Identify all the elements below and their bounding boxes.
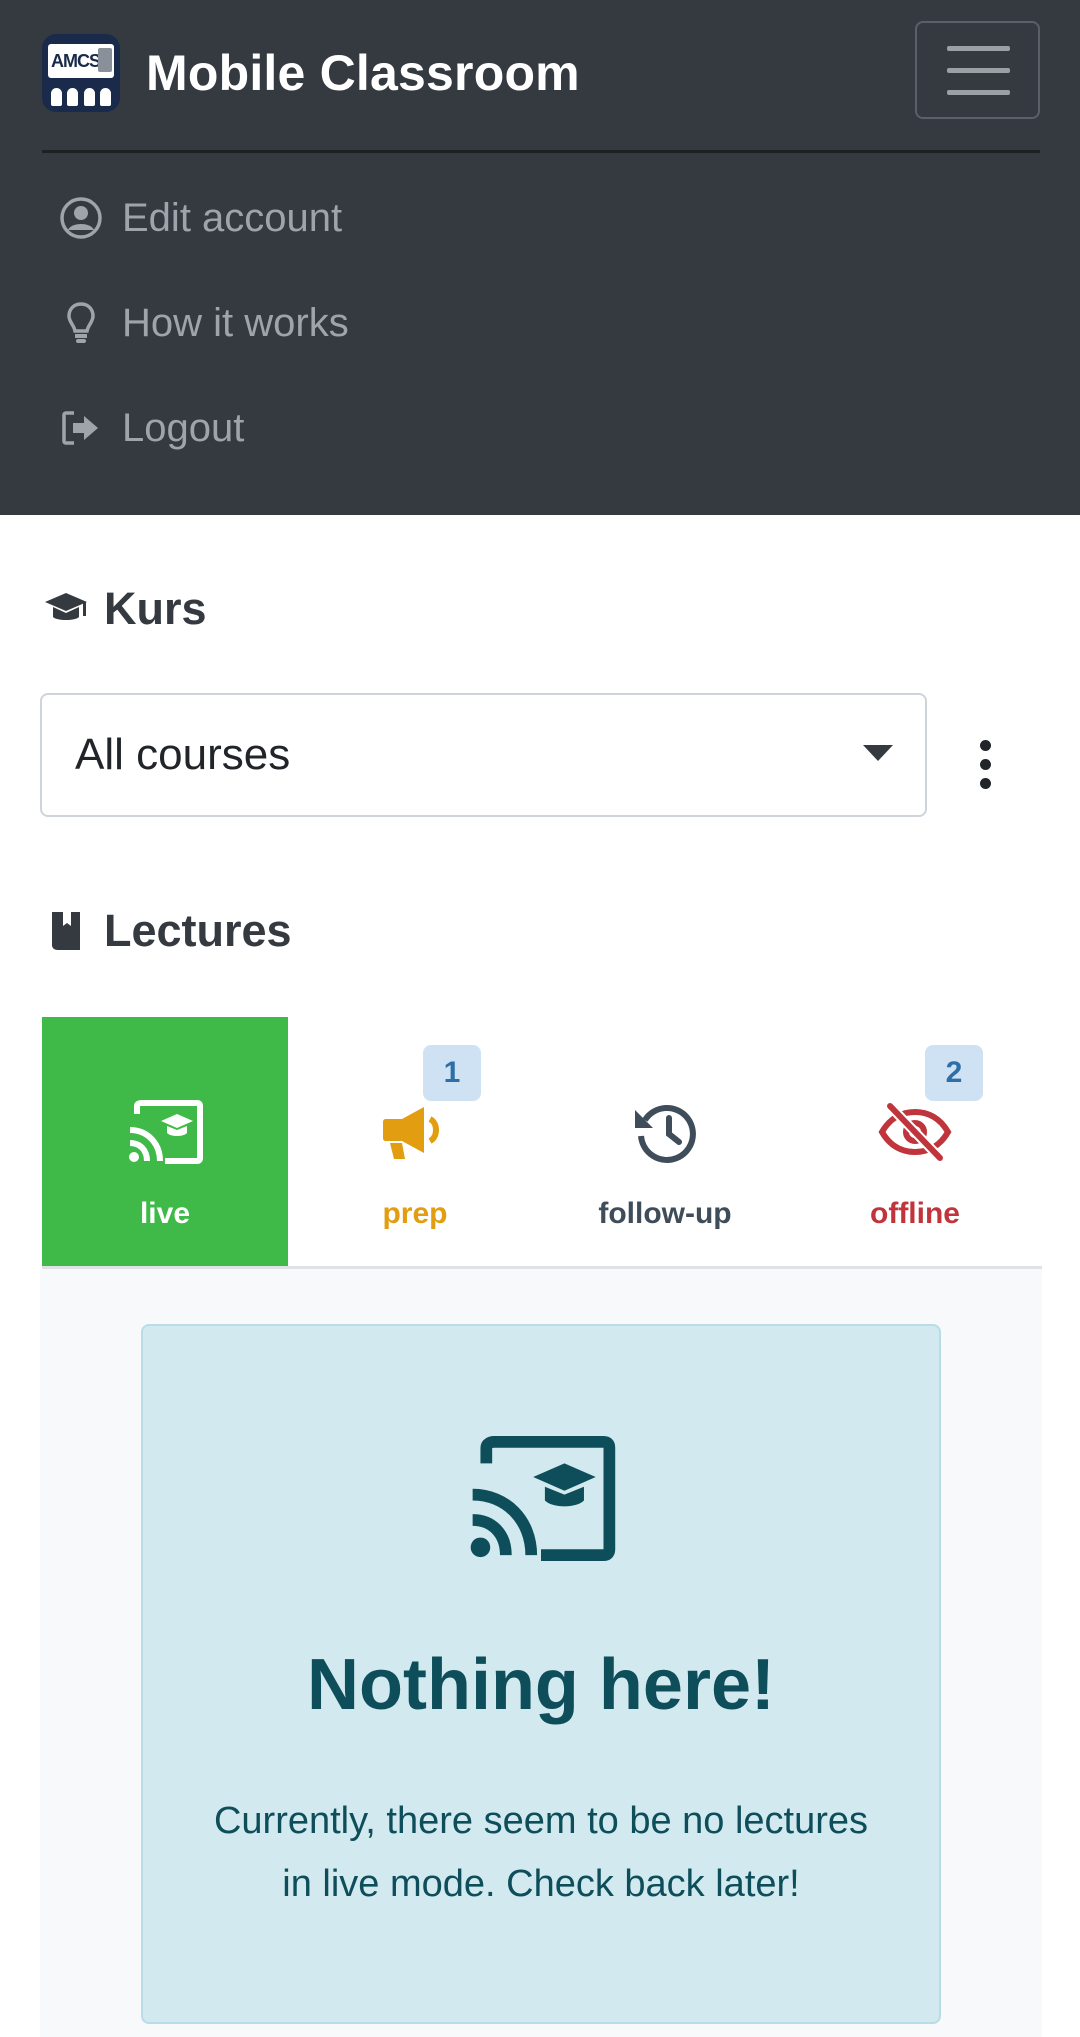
- tab-label: offline: [870, 1197, 960, 1230]
- nav-item-label: Logout: [122, 405, 245, 450]
- tab-live[interactable]: live: [42, 1017, 288, 1266]
- hamburger-line: [947, 90, 1010, 95]
- book-icon: [42, 907, 90, 955]
- megaphone-icon: [375, 1092, 455, 1172]
- section-label: Kurs: [104, 583, 207, 634]
- nav-item-edit-account[interactable]: Edit account: [58, 183, 342, 253]
- app-logo: AMCS: [42, 34, 120, 112]
- nav-item-label: Edit account: [122, 195, 343, 240]
- tab-label: follow-up: [598, 1197, 732, 1230]
- brand[interactable]: AMCS Mobile Classroom: [42, 31, 580, 115]
- tab-follow-up[interactable]: follow-up: [542, 1017, 788, 1266]
- cast-graduation-icon: [466, 1436, 616, 1561]
- empty-state-message: Currently, there seem to be no lectures …: [213, 1800, 869, 1905]
- nav-item-how-it-works[interactable]: How it works: [58, 288, 349, 358]
- sign-out-icon: [58, 405, 104, 451]
- graduation-cap-icon: [42, 585, 90, 633]
- hamburger-line: [947, 68, 1010, 73]
- lecture-tabs: live 1 prep follow-up 2 offline: [42, 1017, 1042, 1269]
- history-icon: [625, 1092, 705, 1172]
- cast-graduation-icon: [125, 1092, 205, 1172]
- chevron-down-icon: [863, 745, 893, 761]
- tab-prep[interactable]: 1 prep: [292, 1017, 538, 1266]
- nav-item-label: How it works: [122, 300, 349, 345]
- eye-slash-icon: [875, 1092, 955, 1172]
- empty-state-alert: Nothing here! Currently, there seem to b…: [141, 1324, 941, 2024]
- tab-label: prep: [382, 1197, 448, 1230]
- tab-offline[interactable]: 2 offline: [792, 1017, 1038, 1266]
- hamburger-menu-icon: [947, 46, 1010, 51]
- navbar-divider: [42, 150, 1040, 153]
- top-navbar: AMCS Mobile Classroom Edit account How i…: [0, 0, 1080, 515]
- nav-item-logout[interactable]: Logout: [58, 393, 244, 463]
- user-circle-icon: [58, 195, 104, 241]
- course-select-value: All courses: [75, 730, 291, 779]
- lectures-section-title: Lectures: [42, 905, 292, 957]
- empty-state-title: Nothing here!: [307, 1645, 775, 1725]
- kebab-menu-icon[interactable]: [975, 740, 995, 790]
- logo-people: [48, 82, 114, 106]
- lightbulb-icon: [58, 300, 104, 346]
- course-section-title: Kurs: [42, 583, 207, 635]
- section-label: Lectures: [104, 905, 292, 956]
- course-select[interactable]: All courses: [40, 693, 927, 817]
- hamburger-menu-button[interactable]: [915, 21, 1040, 119]
- brand-title: Mobile Classroom: [146, 45, 580, 101]
- tab-label: live: [139, 1197, 191, 1230]
- logo-device: [98, 48, 112, 72]
